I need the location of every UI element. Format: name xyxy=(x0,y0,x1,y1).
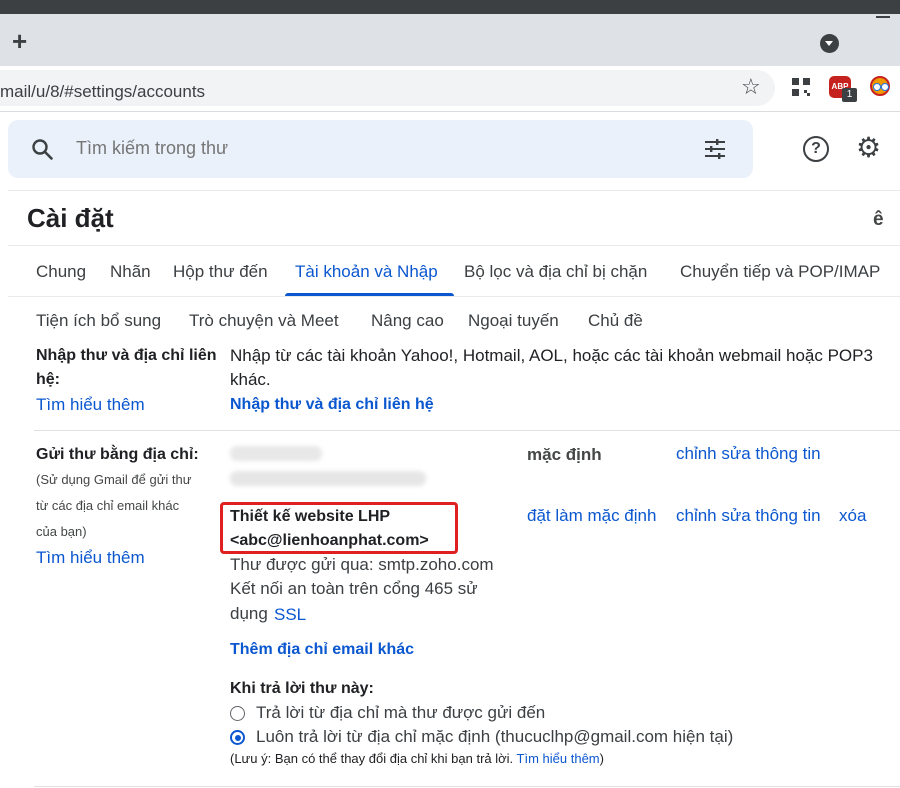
tab-labels[interactable]: Nhãn xyxy=(110,262,151,282)
help-icon[interactable]: ? xyxy=(803,136,829,162)
browser-tab-bar: + xyxy=(0,14,900,66)
tab-addons[interactable]: Tiện ích bổ sung xyxy=(36,311,161,331)
send-as-hint-end: của bạn) xyxy=(36,524,87,539)
highlight-box xyxy=(220,502,458,554)
tab-filters[interactable]: Bộ lọc và địa chỉ bị chặn xyxy=(464,262,647,282)
import-learn-more-link[interactable]: Tìm hiểu thêm xyxy=(36,395,145,415)
import-label-cont: hệ: xyxy=(36,371,60,388)
delete-link[interactable]: xóa xyxy=(839,506,866,526)
search-icon[interactable] xyxy=(30,137,54,161)
divider xyxy=(8,245,900,246)
search-options-icon[interactable] xyxy=(703,137,727,161)
import-mail-contacts-link[interactable]: Nhập thư và địa chỉ liên hệ xyxy=(230,396,434,414)
send-as-label: Gửi thư bằng địa chỉ: xyxy=(36,446,199,463)
default-label: mặc định xyxy=(527,445,602,464)
tab-offline[interactable]: Ngoại tuyến xyxy=(468,311,559,331)
row-divider xyxy=(34,430,900,431)
reply-option-label[interactable]: Luôn trả lời từ địa chỉ mặc định (thucuc… xyxy=(256,725,733,749)
extension-avatar-icon[interactable] xyxy=(870,76,890,96)
reply-note-text: (Lưu ý: Bạn có thể thay đổi địa chỉ khi … xyxy=(230,751,514,766)
ssl-link[interactable]: SSL xyxy=(274,605,306,625)
tab-search-icon[interactable] xyxy=(820,34,839,53)
divider xyxy=(8,190,900,191)
adblock-count-badge: 1 xyxy=(842,88,857,102)
reply-heading: Khi trả lời thư này: xyxy=(230,680,374,697)
edit-info-link[interactable]: chỉnh sửa thông tin xyxy=(676,444,821,464)
url-text[interactable]: mail/u/8/#settings/accounts xyxy=(0,82,205,102)
tab-themes[interactable]: Chủ đề xyxy=(588,311,643,331)
import-label: Nhập thư và địa chỉ liên xyxy=(36,347,217,364)
redacted-name xyxy=(230,446,322,461)
reply-note-close: ) xyxy=(599,751,604,766)
tab-advanced[interactable]: Nâng cao xyxy=(371,311,444,331)
qr-code-icon[interactable] xyxy=(792,78,810,96)
tab-chat-meet[interactable]: Trò chuyện và Meet xyxy=(189,311,339,331)
add-email-address-link[interactable]: Thêm địa chỉ email khác xyxy=(230,641,414,659)
tab-accounts-import[interactable]: Tài khoản và Nhập xyxy=(295,262,438,282)
minimize-button[interactable] xyxy=(876,16,890,18)
send-as-hint-cont: từ các địa chỉ email khác xyxy=(36,498,180,513)
tab-inbox[interactable]: Hộp thư đến xyxy=(173,262,268,282)
row-divider xyxy=(34,786,900,787)
input-tools-icon[interactable]: ê xyxy=(873,209,884,231)
reply-option-label[interactable]: Trả lời từ địa chỉ mà thư được gửi đến xyxy=(256,701,545,725)
reply-note: (Lưu ý: Bạn có thể thay đổi địa chỉ khi … xyxy=(230,751,604,766)
new-tab-button[interactable]: + xyxy=(12,28,27,54)
secure-connection-text: Kết nối an toàn trên cổng 465 sử xyxy=(230,579,478,598)
edit-info-link[interactable]: chỉnh sửa thông tin xyxy=(676,506,821,526)
send-as-hint: (Sử dụng Gmail để gửi thư xyxy=(36,472,192,487)
reply-from-default-radio[interactable] xyxy=(230,730,245,745)
tab-general[interactable]: Chung xyxy=(36,262,86,282)
redacted-email xyxy=(230,471,426,486)
omnibox[interactable]: mail/u/8/#settings/accounts xyxy=(0,70,775,106)
smtp-server-text: Thư được gửi qua: smtp.zoho.com xyxy=(230,555,494,574)
reply-from-received-radio[interactable] xyxy=(230,706,245,721)
search-input[interactable] xyxy=(76,138,636,159)
settings-gear-icon[interactable]: ⚙ xyxy=(856,134,881,162)
set-default-link[interactable]: đặt làm mặc định xyxy=(527,506,656,526)
tab-forwarding[interactable]: Chuyển tiếp và POP/IMAP xyxy=(680,262,880,282)
window-top-strip xyxy=(0,0,900,14)
import-description: Nhập từ các tài khoản Yahoo!, Hotmail, A… xyxy=(230,346,873,365)
secure-connection-text-cont: dụng xyxy=(230,604,268,623)
address-bar: mail/u/8/#settings/accounts ☆ ABP 1 xyxy=(0,66,900,112)
reply-note-learn-more-link[interactable]: Tìm hiểu thêm xyxy=(517,751,600,766)
send-as-learn-more-link[interactable]: Tìm hiểu thêm xyxy=(36,548,145,568)
gmail-header: ? ⚙ xyxy=(0,113,900,189)
divider xyxy=(8,296,900,297)
search-bar[interactable] xyxy=(8,120,753,178)
bookmark-star-icon[interactable]: ☆ xyxy=(741,74,761,100)
page-title: Cài đặt xyxy=(27,203,114,233)
import-description-cont: khác. xyxy=(230,370,271,389)
